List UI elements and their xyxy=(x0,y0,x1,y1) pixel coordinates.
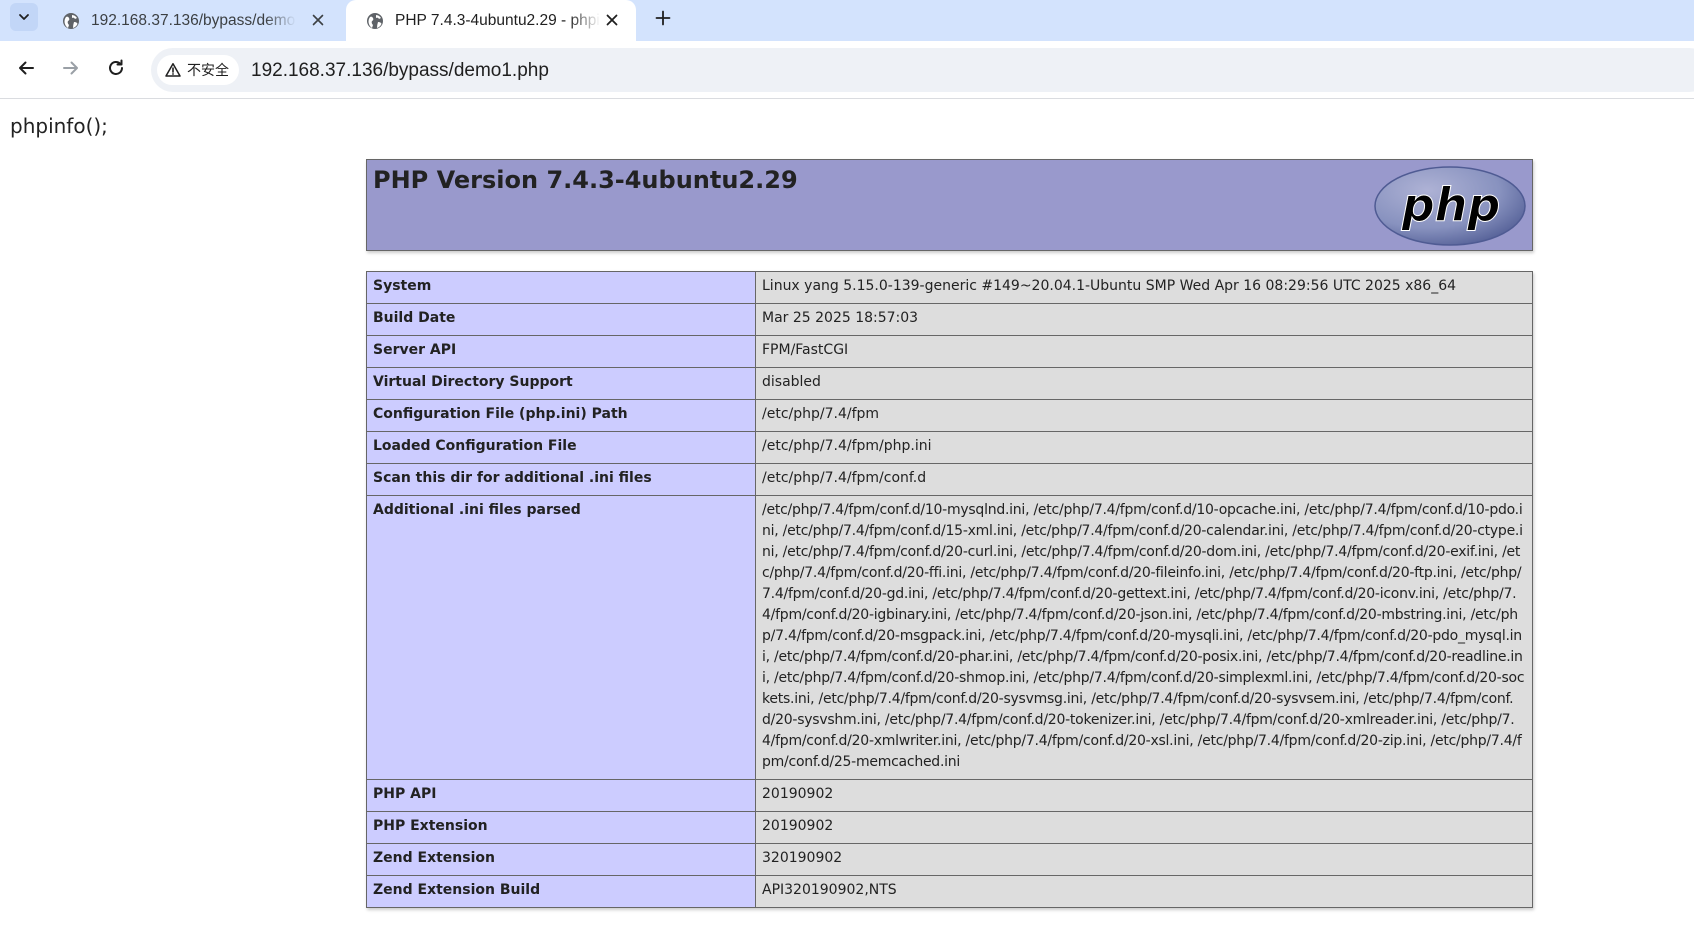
row-label: Configuration File (php.ini) Path xyxy=(366,399,756,432)
reload-button[interactable] xyxy=(102,54,130,82)
arrow-left-icon xyxy=(19,61,34,75)
new-tab-button[interactable] xyxy=(650,5,676,31)
tab-search-button[interactable] xyxy=(10,3,38,31)
row-label: Virtual Directory Support xyxy=(366,367,756,400)
tab-title: PHP 7.4.3-4ubuntu2.29 - phpinfo() xyxy=(395,11,600,29)
table-row: Loaded Configuration File/etc/php/7.4/fp… xyxy=(366,431,1533,464)
tab-demo1[interactable]: 192.168.37.136/bypass/demo1.php xyxy=(42,0,342,41)
globe-icon xyxy=(367,12,383,29)
row-value: 20190902 xyxy=(755,811,1533,844)
security-chip[interactable]: 不安全 xyxy=(157,55,239,85)
reload-icon xyxy=(109,59,123,75)
row-value: API320190902,NTS xyxy=(755,875,1533,908)
arrow-right-icon xyxy=(63,61,78,75)
close-icon xyxy=(312,14,324,26)
row-label: PHP Extension xyxy=(366,811,756,844)
table-row: Zend Extension 320190902 xyxy=(366,843,1533,876)
url-text[interactable]: 192.168.37.136/bypass/demo1.php xyxy=(251,60,549,82)
echo-text: phpinfo(); xyxy=(10,114,108,138)
globe-icon xyxy=(63,12,79,29)
forward-button[interactable] xyxy=(57,54,85,82)
row-value: FPM/FastCGI xyxy=(755,335,1533,368)
row-label: Build Date xyxy=(366,303,756,336)
phpinfo-table: System Linux yang 5.15.0-139-generic #149… xyxy=(366,271,1533,908)
table-row: Virtual Directory Support disabled xyxy=(366,367,1533,400)
warning-triangle-icon xyxy=(165,63,181,77)
page-content: phpinfo(); PHP Version 7.4.3-4ubuntu2.29… xyxy=(0,100,1694,952)
row-label: Scan this dir for additional .ini files xyxy=(366,463,756,496)
row-label: Server API xyxy=(366,335,756,368)
row-label: Zend Extension xyxy=(366,843,756,876)
row-value: 320190902 xyxy=(755,843,1533,876)
row-label: PHP API xyxy=(366,779,756,812)
address-bar[interactable]: 不安全 192.168.37.136/bypass/demo1.php xyxy=(151,48,1694,92)
row-value: /etc/php/7.4/fpm xyxy=(755,399,1533,432)
row-value: 20190902 xyxy=(755,779,1533,812)
plus-icon xyxy=(655,10,671,26)
php-version-header: PHP Version 7.4.3-4ubuntu2.29 php xyxy=(366,159,1533,251)
svg-text:php: php xyxy=(1401,178,1501,232)
table-row: Scan this dir for additional .ini files /… xyxy=(366,463,1533,496)
row-label: Loaded Configuration File xyxy=(366,431,756,464)
table-row: Zend Extension Build API320190902,NTS xyxy=(366,875,1533,908)
php-logo[interactable]: php xyxy=(1373,165,1527,247)
tab-title: 192.168.37.136/bypass/demo1.php xyxy=(91,11,296,29)
tab-close-button[interactable] xyxy=(602,10,622,30)
table-row: PHP Extension 20190902 xyxy=(366,811,1533,844)
table-row: Configuration File (php.ini) Path/etc/ph… xyxy=(366,399,1533,432)
tab-phpinfo[interactable]: PHP 7.4.3-4ubuntu2.29 - phpinfo() xyxy=(346,0,636,41)
row-value: /etc/php/7.4/fpm/conf.d xyxy=(755,463,1533,496)
table-row: Additional .ini files parsed/etc/php/7.4… xyxy=(366,495,1533,780)
tab-close-button[interactable] xyxy=(308,10,328,30)
row-value: Linux yang 5.15.0-139-generic #149~20.04… xyxy=(755,271,1533,304)
row-value: /etc/php/7.4/fpm/php.ini xyxy=(755,431,1533,464)
table-row: Build Date Mar 25 2025 18:57:03 xyxy=(366,303,1533,336)
row-value: Mar 25 2025 18:57:03 xyxy=(755,303,1533,336)
row-label: Zend Extension Build xyxy=(366,875,756,908)
table-row: PHP API 20190902 xyxy=(366,779,1533,812)
tab-strip: 192.168.37.136/bypass/demo1.php PHP 7.4.… xyxy=(0,0,1694,41)
close-icon xyxy=(606,14,618,26)
row-value: disabled xyxy=(755,367,1533,400)
row-label: System xyxy=(366,271,756,304)
chevron-down-icon xyxy=(19,14,29,20)
row-label: Additional .ini files parsed xyxy=(366,495,756,780)
back-button[interactable] xyxy=(12,54,40,82)
row-value: /etc/php/7.4/fpm/conf.d/10-mysqlnd.ini, … xyxy=(755,495,1533,780)
table-row: System Linux yang 5.15.0-139-generic #149… xyxy=(366,271,1533,304)
not-secure-label: 不安全 xyxy=(187,63,229,79)
page-title: PHP Version 7.4.3-4ubuntu2.29 xyxy=(373,166,798,194)
browser-toolbar: 不安全 192.168.37.136/bypass/demo1.php xyxy=(0,41,1694,99)
table-row: Server API FPM/FastCGI xyxy=(366,335,1533,368)
